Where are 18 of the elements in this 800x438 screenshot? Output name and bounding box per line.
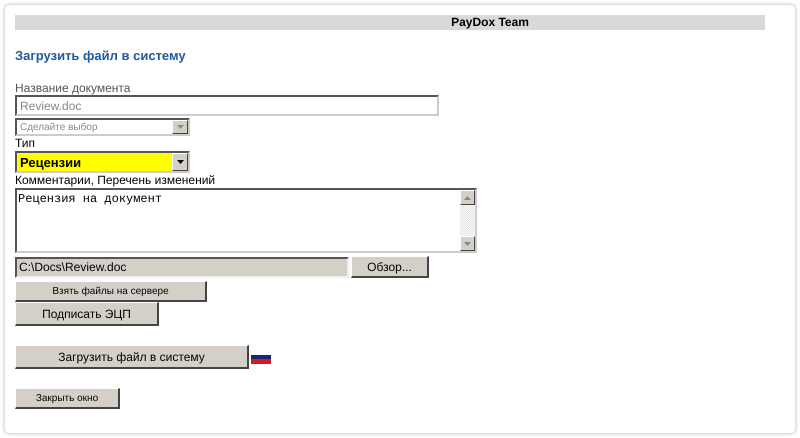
browse-button[interactable]: Обзор... [351, 256, 429, 278]
up-arrow-icon [464, 196, 471, 200]
upload-button[interactable]: Загрузить файл в систему [15, 345, 249, 369]
page-heading: Загрузить файл в систему [15, 48, 186, 63]
type-select[interactable]: Рецензии [15, 151, 190, 173]
close-window-button[interactable]: Закрыть окно [15, 388, 120, 409]
comments-field[interactable]: Рецензия на документ [15, 188, 477, 253]
file-path-field[interactable]: C:\Docs\Review.doc [15, 256, 349, 278]
down-arrow-icon [464, 242, 471, 246]
scroll-down-button[interactable] [460, 236, 475, 251]
server-files-button[interactable]: Взять файлы на сервере [15, 281, 207, 302]
field-label: Комментарии, Перечень изменений [15, 173, 216, 187]
field-label: Тип [15, 136, 36, 150]
header-bar: PayDox Team [15, 15, 765, 30]
scrollbar[interactable] [460, 190, 475, 251]
sign-button[interactable]: Подписать ЭЦП [15, 302, 159, 326]
field-label: Название документа [15, 81, 130, 95]
scroll-up-button[interactable] [460, 190, 475, 205]
